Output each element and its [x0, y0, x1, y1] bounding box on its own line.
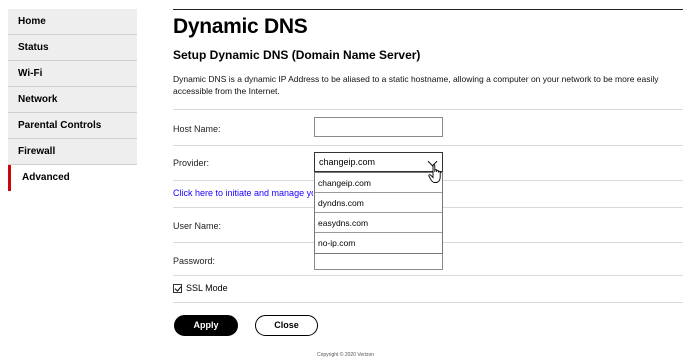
- user-name-label: User Name:: [173, 221, 222, 231]
- row-divider: [173, 109, 683, 110]
- row-divider: [173, 302, 683, 303]
- ssl-mode-label: SSL Mode: [186, 283, 228, 293]
- row-divider: [173, 275, 683, 276]
- provider-option[interactable]: dyndns.com: [315, 193, 442, 213]
- hand-cursor-icon: [428, 164, 441, 183]
- provider-select[interactable]: changeip.com: [314, 152, 443, 172]
- sidebar-item-advanced[interactable]: Advanced: [8, 165, 137, 191]
- sidebar-item-home[interactable]: Home: [8, 9, 137, 35]
- ssl-mode-checkbox[interactable]: [173, 284, 182, 293]
- copyright-footer: Copyright © 2020 Verizon: [317, 352, 375, 358]
- page-description: Dynamic DNS is a dynamic IP Address to b…: [173, 74, 659, 96]
- provider-selected-value: changeip.com: [319, 157, 376, 167]
- sidebar-item-parental-controls[interactable]: Parental Controls: [8, 113, 137, 139]
- provider-dropdown-list: changeip.com dyndns.com easydns.com no-i…: [314, 172, 443, 254]
- page-title: Dynamic DNS: [173, 15, 308, 38]
- sidebar-item-network[interactable]: Network: [8, 87, 137, 113]
- host-name-input[interactable]: [314, 117, 443, 137]
- page-subtitle: Setup Dynamic DNS (Domain Name Server): [173, 48, 421, 62]
- provider-option[interactable]: changeip.com: [315, 173, 442, 193]
- row-divider: [173, 145, 683, 146]
- host-name-label: Host Name:: [173, 124, 221, 134]
- sidebar-item-firewall[interactable]: Firewall: [8, 139, 137, 165]
- manage-subscription-link[interactable]: Click here to initiate and manage your s…: [173, 188, 313, 198]
- apply-button[interactable]: Apply: [174, 315, 238, 336]
- sidebar-item-status[interactable]: Status: [8, 35, 137, 61]
- provider-option[interactable]: easydns.com: [315, 213, 442, 233]
- top-divider: [173, 9, 683, 10]
- close-button[interactable]: Close: [255, 315, 318, 336]
- password-label: Password:: [173, 256, 216, 266]
- provider-option[interactable]: no-ip.com: [315, 233, 442, 253]
- provider-label: Provider:: [173, 158, 210, 168]
- sidebar-item-wifi[interactable]: Wi-Fi: [8, 61, 137, 87]
- sidebar-nav: Home Status Wi-Fi Network Parental Contr…: [8, 9, 137, 191]
